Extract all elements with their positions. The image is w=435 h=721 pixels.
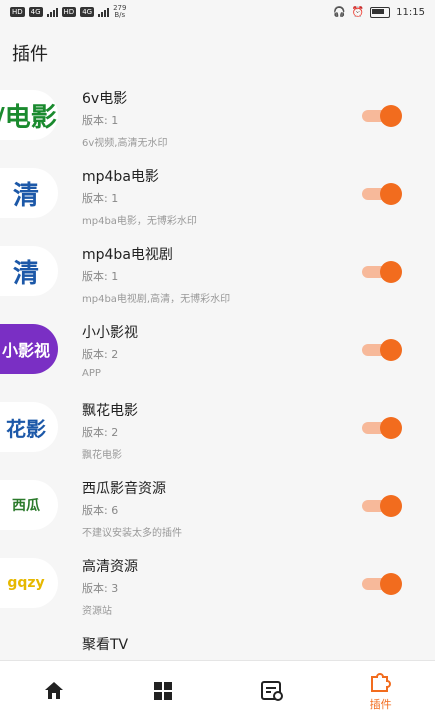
plugin-name: 西瓜影音资源 xyxy=(82,481,166,497)
battery-icon xyxy=(370,6,391,18)
plugin-desc: 飘花电影 xyxy=(82,450,122,461)
plugin-version: 版本: 2 xyxy=(82,426,119,439)
plugin-toggle[interactable] xyxy=(362,183,402,205)
signal-icon xyxy=(46,7,58,17)
bottom-nav: 插件 xyxy=(0,660,435,721)
plugin-list: /电影 6v电影 版本: 1 6v视频,高清无水印 清 mp4ba电影 版本: … xyxy=(0,80,435,704)
plugin-item[interactable]: 清 mp4ba电视剧 版本: 1 mp4ba电视剧,高清，无博彩水印 xyxy=(0,236,435,314)
tab-plugins[interactable]: 插件 xyxy=(326,661,435,721)
status-bar: HD 4G HD 4G 279 B/s 🎧 ⏰ 11:15 xyxy=(0,0,435,24)
plugin-desc: 6v视频,高清无水印 xyxy=(82,138,168,149)
hd-badge-2: HD xyxy=(61,7,77,17)
status-left: HD 4G HD 4G 279 B/s xyxy=(10,5,126,19)
plugin-item[interactable]: 西瓜 西瓜影音资源 版本: 6 不建议安装太多的插件 xyxy=(0,470,435,548)
plugin-name: mp4ba电影 xyxy=(82,169,159,185)
plugin-desc: 不建议安装太多的插件 xyxy=(82,528,182,539)
plugin-desc: mp4ba电视剧,高清，无博彩水印 xyxy=(82,294,231,305)
headphones-icon: 🎧 xyxy=(333,6,346,18)
plugin-item[interactable]: /电影 6v电影 版本: 1 6v视频,高清无水印 xyxy=(0,80,435,158)
plugin-name: 6v电影 xyxy=(82,91,128,107)
network-badge-2: 4G xyxy=(80,7,95,17)
plugin-logo: gqzy xyxy=(0,558,58,608)
plugin-item[interactable]: 小影视 小小影视 版本: 2 APP xyxy=(0,314,435,392)
puzzle-icon xyxy=(370,673,391,692)
plugin-logo: 花影 xyxy=(0,402,58,452)
plugin-name: mp4ba电视剧 xyxy=(82,247,173,263)
signal-icon-2 xyxy=(98,7,110,17)
plugin-name: 高清资源 xyxy=(82,559,138,575)
plugin-toggle[interactable] xyxy=(362,573,402,595)
page-title: 插件 xyxy=(12,44,48,65)
plugin-logo: 西瓜 xyxy=(0,480,58,530)
plugin-item[interactable]: gqzy 高清资源 版本: 3 资源站 xyxy=(0,548,435,626)
alarm-icon: ⏰ xyxy=(351,6,365,18)
plugin-item[interactable]: 花影 飘花电影 版本: 2 飘花电影 xyxy=(0,392,435,470)
plugin-logo: 清 xyxy=(0,246,58,296)
tab-plugins-label: 插件 xyxy=(369,698,392,711)
plugin-toggle[interactable] xyxy=(362,261,402,283)
status-right: 🎧 ⏰ 11:15 xyxy=(333,6,425,18)
plugin-name: 聚看TV xyxy=(82,637,129,653)
plugin-toggle[interactable] xyxy=(362,417,402,439)
plugin-version: 版本: 3 xyxy=(82,582,119,595)
plugin-toggle[interactable] xyxy=(362,495,402,517)
plugin-logo: 清 xyxy=(0,168,58,218)
plugin-version: 版本: 6 xyxy=(82,504,119,517)
plugin-version: 版本: 1 xyxy=(82,192,119,205)
tab-home[interactable] xyxy=(0,661,109,721)
hd-badge: HD xyxy=(10,7,25,17)
home-icon xyxy=(45,682,64,699)
net-speed: 279 B/s xyxy=(113,5,126,19)
plugin-desc: mp4ba电影，无博彩水印 xyxy=(82,216,197,227)
tab-history[interactable] xyxy=(218,661,327,721)
clock: 11:15 xyxy=(396,6,425,18)
plugin-version: 版本: 1 xyxy=(82,114,119,127)
history-icon xyxy=(260,681,283,701)
plugin-version: 版本: 1 xyxy=(82,270,119,283)
plugin-name: 小小影视 xyxy=(82,325,138,341)
plugin-logo: 小影视 xyxy=(0,324,58,374)
plugin-toggle[interactable] xyxy=(362,339,402,361)
plugin-toggle[interactable] xyxy=(362,105,402,127)
grid-icon xyxy=(154,682,173,700)
plugin-version: 版本: 2 xyxy=(82,348,119,361)
net-speed-unit: B/s xyxy=(114,11,126,19)
network-badge: 4G xyxy=(28,7,43,17)
plugin-desc: APP xyxy=(82,368,101,379)
plugin-item[interactable]: 清 mp4ba电影 版本: 1 mp4ba电影，无博彩水印 xyxy=(0,158,435,236)
plugin-desc: 资源站 xyxy=(82,606,112,617)
tab-categories[interactable] xyxy=(109,661,218,721)
plugin-name: 飘花电影 xyxy=(82,403,138,419)
plugin-logo: /电影 xyxy=(0,90,58,140)
